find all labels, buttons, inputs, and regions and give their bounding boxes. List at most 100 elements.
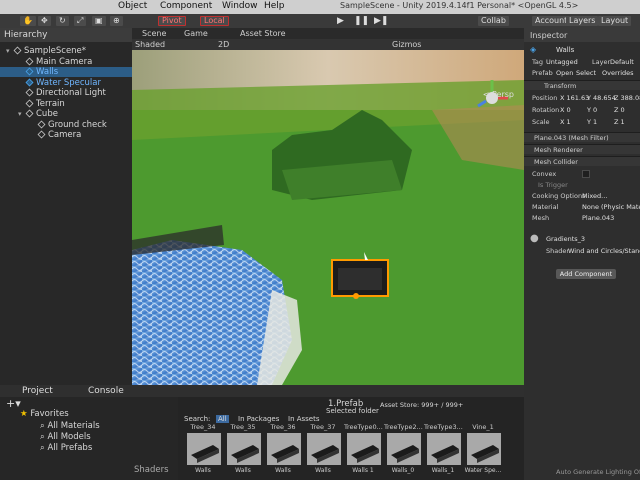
scene-viewport[interactable]: < Persp	[132, 50, 524, 385]
convex-checkbox[interactable]	[582, 170, 590, 178]
prefab-cube-icon: ◈	[530, 45, 537, 54]
position-y-field[interactable]: Y 48.654	[587, 94, 616, 102]
layout-dropdown[interactable]: Layout	[598, 16, 632, 26]
favorite-all-materials[interactable]: ⌕ All Materials	[40, 421, 100, 431]
rotate-tool-button[interactable]: ↻	[56, 16, 69, 26]
selected-walls-object[interactable]	[331, 259, 389, 299]
asset-item[interactable]: Tree_36 Walls	[264, 423, 302, 479]
layer-dropdown[interactable]: Default	[610, 58, 634, 66]
menu-help[interactable]: Help	[264, 1, 285, 11]
hierarchy-item[interactable]: Walls	[0, 67, 132, 77]
scale-z-field[interactable]: Z 1	[614, 118, 625, 126]
asset-name: Tree_34	[190, 423, 216, 431]
layers-dropdown[interactable]: Layers	[566, 16, 599, 26]
favorites-header[interactable]: ★ Favorites	[20, 409, 69, 419]
scale-y-field[interactable]: Y 1	[587, 118, 597, 126]
rotation-y-field[interactable]: Y 0	[587, 106, 597, 114]
asset-item[interactable]: TreeType2... Walls_0	[384, 423, 423, 479]
hierarchy-item[interactable]: Water Specular	[0, 78, 132, 88]
material-field[interactable]: None (Physic Mater	[582, 203, 640, 211]
transform-header[interactable]: Transform	[524, 80, 640, 90]
tab-scene[interactable]: Scene	[142, 29, 166, 38]
pivot-toggle[interactable]: Pivot	[158, 16, 186, 26]
scope-asset-store[interactable]: Asset Store: 999+ / 999+	[380, 401, 463, 409]
hierarchy-item-label: Cube	[36, 109, 58, 119]
tab-project[interactable]: Project	[22, 386, 53, 396]
prefab-select-button[interactable]: Select	[576, 69, 596, 77]
hierarchy-item[interactable]: Ground check	[0, 120, 132, 130]
scope-in-packages[interactable]: In Packages	[238, 415, 279, 423]
play-icon[interactable]: ▶	[337, 16, 344, 26]
cooking-options-dropdown[interactable]: Mixed...	[582, 192, 607, 200]
asset-name: Tree_36	[270, 423, 296, 431]
position-x-field[interactable]: X 161.63	[560, 94, 589, 102]
shading-dropdown[interactable]: Shaded	[135, 40, 165, 49]
expand-arrow-icon[interactable]: ▾	[18, 110, 26, 118]
asset-item[interactable]: Vine_1 Water Spe...	[464, 423, 502, 479]
object-name-field[interactable]: Walls	[556, 46, 574, 54]
add-component-button[interactable]: Add Component	[556, 269, 616, 279]
asset-item[interactable]: Tree_34 Walls	[184, 423, 222, 479]
shader-dropdown[interactable]: Wind and Circles/Standar	[568, 247, 640, 255]
layer-label: Layer	[592, 58, 611, 66]
favorite-all-models[interactable]: ⌕ All Models	[40, 432, 91, 442]
hierarchy-item[interactable]: Main Camera	[0, 57, 132, 67]
prefab-overrides-dropdown[interactable]: Overrides	[602, 69, 634, 77]
mode-2d-toggle[interactable]: 2D	[218, 40, 229, 49]
rotation-z-field[interactable]: Z 0	[614, 106, 625, 114]
favorite-all-prefabs[interactable]: ⌕ All Prefabs	[40, 443, 92, 453]
tag-dropdown[interactable]: Untagged	[546, 58, 578, 66]
asset-item[interactable]: Tree_35 Walls	[224, 423, 262, 479]
scale-x-field[interactable]: X 1	[560, 118, 571, 126]
expand-arrow-icon[interactable]: ▾	[6, 47, 14, 55]
gameobject-cube-icon	[25, 88, 34, 97]
cooking-options-label: Cooking Options	[532, 192, 586, 200]
gizmos-dropdown[interactable]: Gizmos	[392, 40, 421, 49]
scope-selected-folder[interactable]: Selected folder	[326, 407, 379, 415]
pivot-handle[interactable]	[353, 293, 359, 299]
asset-item[interactable]: Tree_37 Walls	[304, 423, 342, 479]
menu-component[interactable]: Component	[160, 1, 212, 11]
collab-button[interactable]: Collab	[478, 16, 509, 26]
mesh-field[interactable]: Plane.043	[582, 214, 614, 222]
shaders-folder[interactable]: Shaders	[134, 465, 169, 475]
transform-tool-button[interactable]: ⊕	[110, 16, 123, 26]
hierarchy-panel: Hierarchy ▾ SampleScene* Main Camera Walls W…	[0, 28, 132, 403]
hierarchy-item[interactable]: ▾ Cube	[0, 109, 132, 119]
mesh-collider-header[interactable]: Mesh Collider	[524, 156, 640, 166]
mesh-renderer-header[interactable]: Mesh Renderer	[524, 144, 640, 154]
hierarchy-item[interactable]: Terrain	[0, 99, 132, 109]
hierarchy-item[interactable]: Directional Light	[0, 88, 132, 98]
local-toggle[interactable]: Local	[200, 16, 229, 26]
pause-icon[interactable]: ❚❚	[354, 16, 369, 26]
asset-label: Walls	[315, 467, 331, 474]
hierarchy-item-label: Camera	[48, 130, 82, 140]
asset-item[interactable]: TreeType3... Walls_1	[424, 423, 463, 479]
menu-window[interactable]: Window	[222, 1, 258, 11]
hierarchy-item-label: Terrain	[36, 98, 65, 109]
tab-console[interactable]: Console	[88, 386, 124, 396]
scale-tool-button[interactable]: ⤢	[74, 16, 87, 26]
move-tool-button[interactable]: ✥	[38, 16, 51, 26]
hierarchy-item[interactable]: Camera	[0, 130, 132, 140]
step-icon[interactable]: ▶❚	[374, 16, 388, 26]
prefab-open-button[interactable]: Open	[556, 69, 573, 77]
position-z-field[interactable]: Z 388.08	[614, 94, 640, 102]
mesh-filter-header[interactable]: Plane.043 (Mesh Filter)	[524, 132, 640, 142]
tab-game[interactable]: Game	[184, 29, 208, 38]
gameobject-cube-icon	[13, 46, 22, 55]
persp-label[interactable]: < Persp	[483, 90, 514, 99]
account-dropdown[interactable]: Account	[532, 16, 571, 26]
tab-asset-store[interactable]: Asset Store	[240, 29, 286, 38]
rotation-x-field[interactable]: X 0	[560, 106, 571, 114]
scope-in-assets[interactable]: In Assets	[288, 415, 320, 423]
menu-object[interactable]: Object	[118, 1, 147, 11]
inspector-header: Inspector	[524, 28, 640, 42]
hierarchy-item[interactable]: ▾ SampleScene*	[0, 46, 132, 56]
asset-item[interactable]: TreeType0... Walls 1	[344, 423, 383, 479]
scope-all[interactable]: All	[216, 415, 229, 423]
rect-tool-button[interactable]: ▣	[92, 16, 106, 26]
hand-tool-button[interactable]: ✋	[20, 16, 36, 26]
asset-label: Water Spe...	[464, 467, 502, 474]
mesh-filter-title: Plane.043 (Mesh Filter)	[534, 134, 609, 142]
